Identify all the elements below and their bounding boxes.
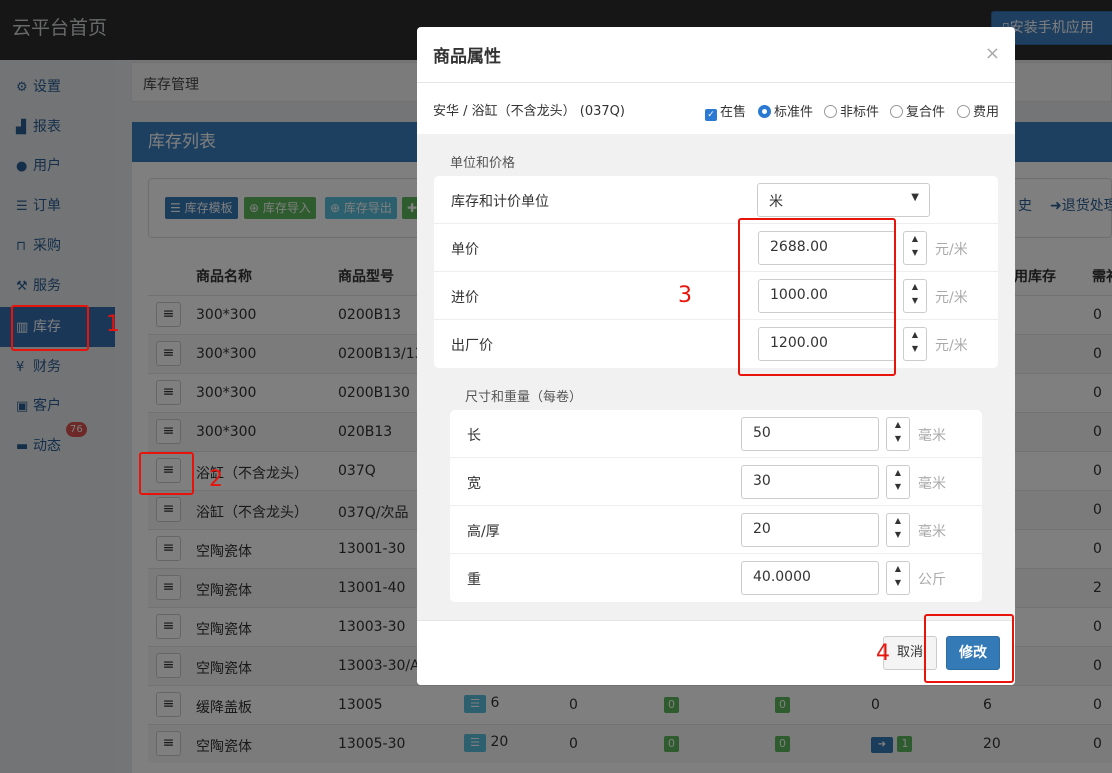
annotation-box-inventory (11, 305, 89, 351)
unit-select[interactable]: 米 ▼ (757, 183, 930, 217)
option-label: 非标件 (840, 105, 880, 120)
annotation-box-save (924, 614, 1014, 683)
unit-selected-value: 米 (769, 194, 783, 210)
size-unit: 公斤 (918, 572, 946, 588)
size-unit: 毫米 (918, 428, 946, 444)
fee-radio[interactable]: 费用 (957, 101, 999, 120)
length-input[interactable]: 50 (741, 417, 879, 451)
option-label: 标准件 (774, 105, 814, 120)
size-weight-section-title: 尺寸和重量（每卷） (465, 390, 583, 405)
radio-icon (957, 105, 970, 118)
height-stepper[interactable]: ▲ ▼ (886, 513, 910, 547)
standard-part-radio[interactable]: 标准件 (758, 101, 813, 120)
nonstandard-part-radio[interactable]: 非标件 (824, 101, 879, 120)
annotation-number: 4 (876, 641, 890, 666)
radio-icon (824, 105, 837, 118)
size-label: 长 (467, 428, 481, 444)
annotation-number: 3 (678, 283, 692, 308)
length-stepper[interactable]: ▲ ▼ (886, 417, 910, 451)
weight-input[interactable]: 40.0000 (741, 561, 879, 595)
annotation-box-prices (738, 218, 896, 376)
price-unit: 元/米 (935, 338, 968, 354)
width-input[interactable]: 30 (741, 465, 879, 499)
price-row: 出厂价 1200.00 ▲ ▼ 元/米 (434, 320, 998, 368)
modal-header: 商品属性 (417, 27, 1015, 83)
unit-row: 库存和计价单位 米 ▼ (434, 176, 998, 224)
annotation-number: 1 (106, 312, 120, 337)
price-unit: 元/米 (935, 242, 968, 258)
size-row: 高/厚 20 ▲ ▼ 毫米 (450, 506, 982, 554)
price-label: 单价 (451, 242, 479, 258)
close-icon[interactable]: × (985, 43, 1000, 64)
unit-label: 库存和计价单位 (451, 194, 549, 210)
weight-stepper[interactable]: ▲ ▼ (886, 561, 910, 595)
on-sale-checkbox[interactable]: ✓ 在售 (705, 101, 746, 121)
radio-selected-icon (758, 105, 771, 118)
size-row: 重 40.0000 ▲ ▼ 公斤 (450, 554, 982, 602)
factory-price-stepper[interactable]: ▲ ▼ (903, 327, 927, 361)
price-unit: 元/米 (935, 290, 968, 306)
size-weight-card: 长 50 ▲ ▼ 毫米 宽 30 ▲ ▼ 毫米 高/厚 20 ▲ ▼ 毫米 重 40.… (450, 410, 982, 602)
checkbox-checked-icon: ✓ (705, 109, 717, 121)
unit-price-section-title: 单位和价格 (450, 156, 516, 171)
size-label: 高/厚 (467, 524, 500, 540)
unit-price-stepper[interactable]: ▲ ▼ (903, 231, 927, 265)
price-row: 进价 1000.00 ▲ ▼ 元/米 (434, 272, 998, 320)
size-unit: 毫米 (918, 524, 946, 540)
option-label: 费用 (973, 105, 1000, 120)
annotation-number: 2 (209, 467, 223, 492)
price-row: 单价 2688.00 ▲ ▼ 元/米 (434, 224, 998, 272)
size-row: 长 50 ▲ ▼ 毫米 (450, 410, 982, 458)
size-unit: 毫米 (918, 476, 946, 492)
width-stepper[interactable]: ▲ ▼ (886, 465, 910, 499)
size-row: 宽 30 ▲ ▼ 毫米 (450, 458, 982, 506)
option-label: 在售 (720, 105, 747, 120)
modal-title: 商品属性 (433, 47, 501, 67)
annotation-box-row-menu (139, 452, 194, 495)
price-label: 出厂价 (451, 338, 493, 354)
product-info-bar: 安华 / 浴缸（不含龙头） (037Q) ✓ 在售 标准件 非标件 复合件 费用 (417, 84, 1015, 134)
caret-down-icon: ▼ (911, 192, 919, 203)
size-label: 宽 (467, 476, 481, 492)
price-label: 进价 (451, 290, 479, 306)
height-input[interactable]: 20 (741, 513, 879, 547)
product-name: 安华 / 浴缸（不含龙头） (037Q) (433, 104, 625, 119)
purchase-price-stepper[interactable]: ▲ ▼ (903, 279, 927, 313)
unit-price-card: 库存和计价单位 米 ▼ 单价 2688.00 ▲ ▼ 元/米 进价 1000.00 … (434, 176, 998, 368)
product-attributes-modal: 商品属性 × 安华 / 浴缸（不含龙头） (037Q) ✓ 在售 标准件 非标件 … (417, 27, 1015, 685)
composite-part-radio[interactable]: 复合件 (890, 101, 945, 120)
option-label: 复合件 (906, 105, 946, 120)
modal-body: 单位和价格 库存和计价单位 米 ▼ 单价 2688.00 ▲ ▼ 元/米 进价 10… (417, 134, 1015, 620)
size-label: 重 (467, 572, 481, 588)
radio-icon (890, 105, 903, 118)
